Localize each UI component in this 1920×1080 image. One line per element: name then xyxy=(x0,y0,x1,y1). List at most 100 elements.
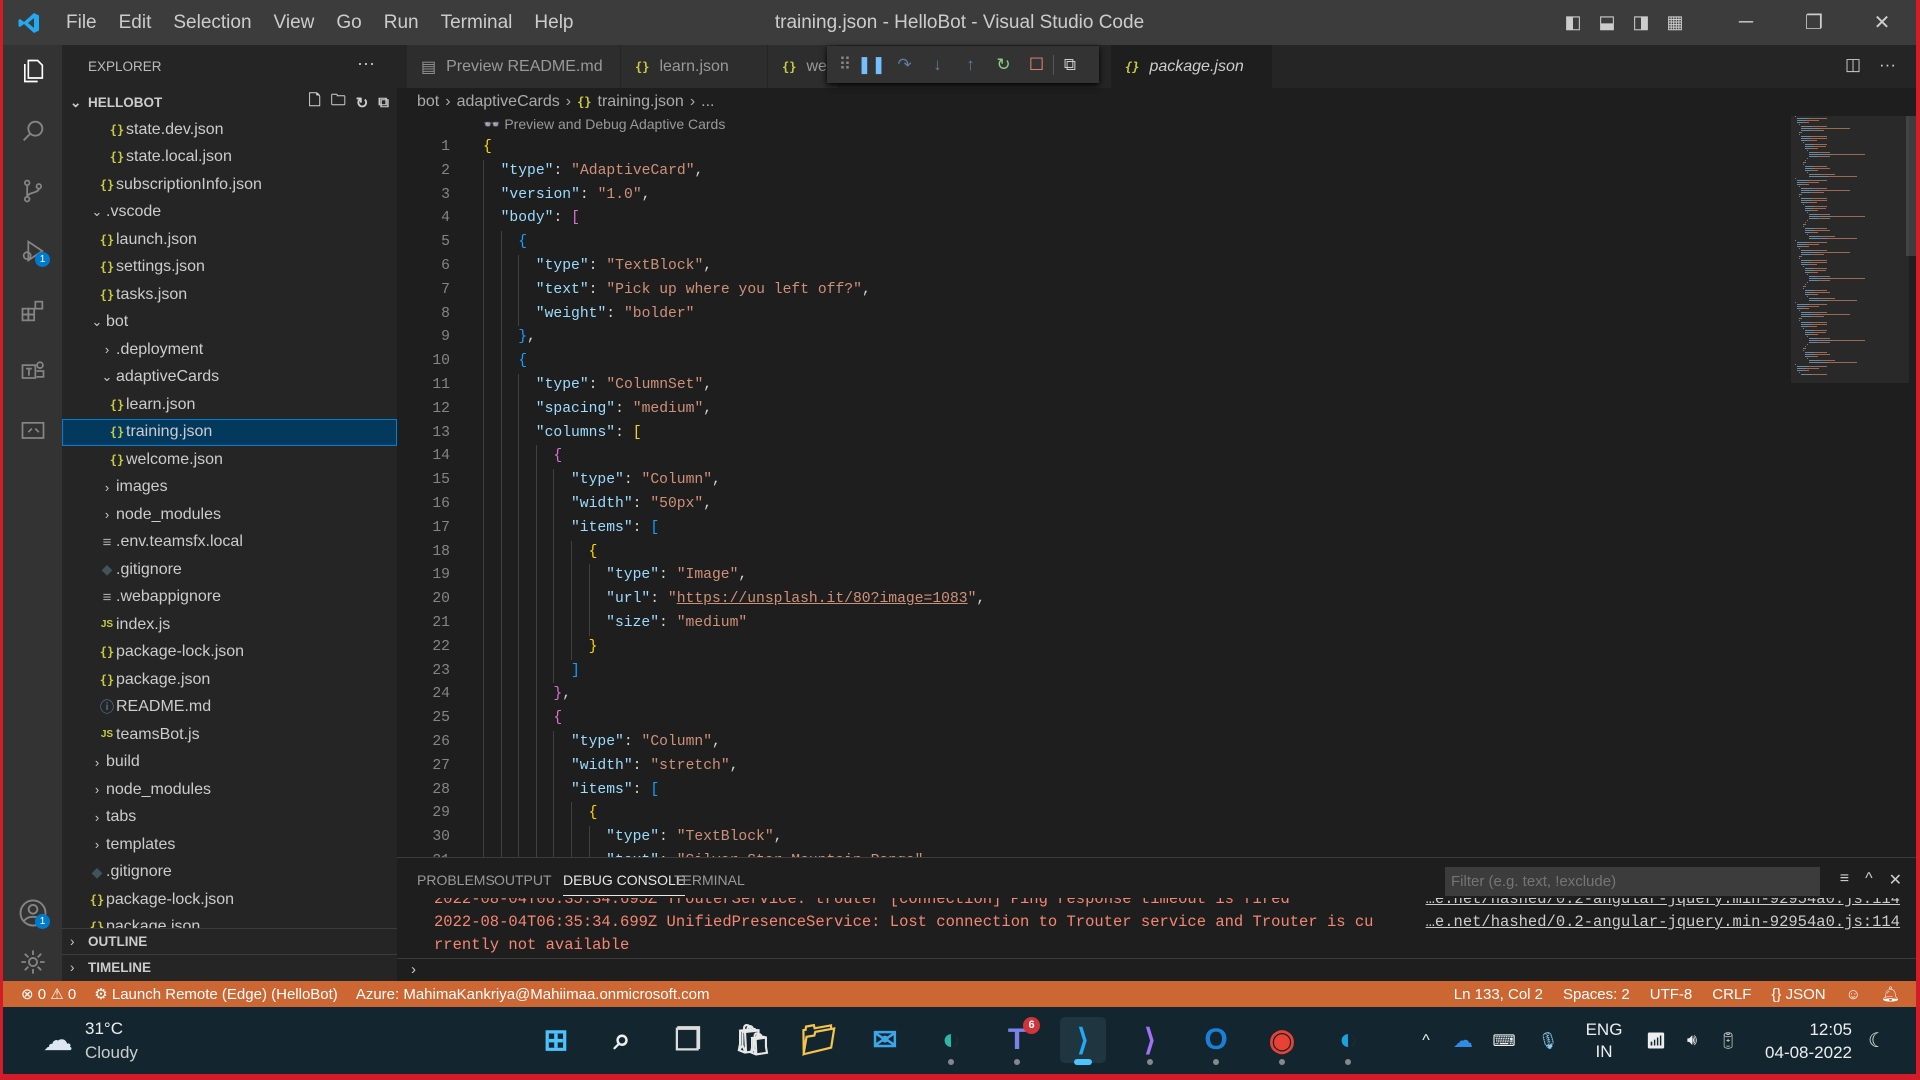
new-file-icon[interactable]: 🗋 xyxy=(309,90,321,115)
remote-explorer-icon[interactable] xyxy=(3,405,62,457)
console-source-link[interactable]: …e.net/hashed/0.2-angular-jquery.min-929… xyxy=(1417,898,1900,911)
tab-learn-json[interactable]: {} learn.json xyxy=(621,45,768,88)
focus-assist-moon-icon[interactable]: ☾ xyxy=(1852,1028,1902,1053)
file-launch-json[interactable]: {} launch.json xyxy=(62,226,397,254)
indentation[interactable]: Spaces: 2 xyxy=(1563,986,1630,1003)
breadcrumb-item[interactable]: adaptiveCards xyxy=(457,93,560,111)
toggle-panel-icon[interactable]: ⬓ xyxy=(1590,12,1624,33)
restore-button[interactable]: ❐ xyxy=(1780,10,1848,35)
taskbar-edge-profile-icon[interactable]: ◐ xyxy=(928,1017,974,1065)
pause-icon[interactable]: ❚❚ xyxy=(855,55,888,75)
menu-selection[interactable]: Selection xyxy=(162,0,262,45)
code-editor[interactable]: 1{2 "type": "AdaptiveCard", 3 "version": "1… xyxy=(397,136,1787,857)
taskbar-vscode-icon[interactable]: ⟩ xyxy=(1060,1017,1106,1065)
file-package-lock-json[interactable]: {} package-lock.json xyxy=(62,886,397,914)
file-learn-json[interactable]: {} learn.json xyxy=(62,391,397,419)
restart-icon[interactable]: ↻ xyxy=(987,55,1020,75)
close-button[interactable]: ✕ xyxy=(1848,10,1916,35)
file-subscriptionInfo-json[interactable]: {} subscriptionInfo.json xyxy=(62,171,397,199)
manage-gear-icon[interactable] xyxy=(3,942,62,982)
file-README-md[interactable]: ⓘ README.md xyxy=(62,694,397,722)
file-state-dev-json[interactable]: {} state.dev.json xyxy=(62,116,397,144)
toggle-sidebar-icon[interactable]: ◧ xyxy=(1556,12,1590,33)
timeline-section[interactable]: › TIMELINE xyxy=(62,954,397,980)
clock[interactable]: 12:05 04-08-2022 xyxy=(1752,1018,1852,1064)
notifications-bell-icon[interactable]: 🔔︎ xyxy=(1881,985,1900,1003)
teams-toolkit-icon[interactable] xyxy=(3,345,62,397)
show-hidden-icons[interactable]: ^ xyxy=(1408,1032,1444,1050)
explorer-icon[interactable] xyxy=(3,45,62,97)
taskbar-start-icon[interactable]: ⊞ xyxy=(533,1017,579,1063)
touch-keyboard-icon[interactable]: ⌨ xyxy=(1482,1031,1526,1051)
minimap[interactable] xyxy=(1791,116,1909,383)
codelens-preview-debug[interactable]: 👓 Preview and Debug Adaptive Cards xyxy=(483,116,725,133)
weather-widget[interactable]: ☁ 31°C Cloudy xyxy=(43,1007,138,1074)
taskbar-task-view-icon[interactable]: ❐ xyxy=(665,1017,711,1063)
menu-run[interactable]: Run xyxy=(373,0,430,45)
taskbar-store-icon[interactable]: 🛍︎ xyxy=(730,1017,776,1063)
clear-console-icon[interactable]: ≡ xyxy=(1840,870,1849,890)
outline-section[interactable]: › OUTLINE xyxy=(62,928,397,954)
problems-status[interactable]: ⊗ 0 ⚠ 0 xyxy=(21,985,76,1003)
taskbar-search-icon[interactable]: ⌕ xyxy=(599,1017,645,1063)
step-over-icon[interactable]: ↷ xyxy=(888,55,921,75)
panel-tab-debug-console[interactable]: DEBUG CONSOLE xyxy=(563,866,686,896)
taskbar-file-explorer-icon[interactable]: 📁︎ xyxy=(796,1017,842,1063)
stop-icon[interactable]: ☐ xyxy=(1020,55,1053,75)
language-mode[interactable]: {} JSON xyxy=(1771,986,1825,1003)
source-control-icon[interactable] xyxy=(3,165,62,217)
taskbar-mail-icon[interactable]: ✉ xyxy=(862,1017,908,1063)
file-package-lock-json[interactable]: {} package-lock.json xyxy=(62,639,397,667)
minimize-button[interactable]: ─ xyxy=(1712,11,1780,34)
new-folder-icon[interactable]: 🗀 xyxy=(331,90,346,115)
battery-icon[interactable]: 🔋︎ xyxy=(1710,1031,1746,1051)
cursor-position[interactable]: Ln 133, Col 2 xyxy=(1454,986,1543,1003)
breadcrumb-item[interactable]: bot xyxy=(417,93,439,111)
folder-vscode[interactable]: ⌄ .vscode xyxy=(62,199,397,227)
folder-bot[interactable]: ⌄ bot xyxy=(62,309,397,337)
step-out-icon[interactable]: ↑ xyxy=(954,55,987,75)
run-debug-icon[interactable]: 1 xyxy=(3,225,62,277)
more-actions-icon[interactable]: ··· xyxy=(357,53,375,74)
console-filter-input[interactable] xyxy=(1445,867,1820,896)
menu-edit[interactable]: Edit xyxy=(108,0,163,45)
folder-node_modules[interactable]: › node_modules xyxy=(62,776,397,804)
file-teamsBot-js[interactable]: JS teamsBot.js xyxy=(62,721,397,749)
launch-config-status[interactable]: ⚙ Launch Remote (Edge) (HelloBot) xyxy=(94,985,338,1003)
accounts-icon[interactable]: 1 xyxy=(3,887,62,939)
inspect-devtools-icon[interactable]: ⧉ xyxy=(1053,54,1086,75)
taskbar-teams-icon[interactable]: T6 xyxy=(994,1017,1040,1065)
menu-go[interactable]: Go xyxy=(325,0,372,45)
microphone-icon[interactable]: 🎙︎ xyxy=(1526,1031,1570,1051)
taskbar-visual-studio-icon[interactable]: ⟩ xyxy=(1127,1017,1173,1065)
panel-tab-terminal[interactable]: TERMINAL xyxy=(674,866,745,896)
console-input[interactable]: › xyxy=(397,958,1916,982)
folder-node_modules[interactable]: › node_modules xyxy=(62,501,397,529)
language-indicator[interactable]: ENG IN xyxy=(1570,1019,1638,1063)
menu-terminal[interactable]: Terminal xyxy=(430,0,524,45)
file-settings-json[interactable]: {} settings.json xyxy=(62,254,397,282)
file-state-local-json[interactable]: {} state.local.json xyxy=(62,144,397,172)
azure-account-status[interactable]: Azure: MahimaKankriya@Mahiimaa.onmicroso… xyxy=(356,986,710,1003)
panel-tab-output[interactable]: OUTPUT xyxy=(494,866,552,896)
menu-view[interactable]: View xyxy=(263,0,326,45)
volume-icon[interactable]: 🔊︎ xyxy=(1674,1032,1710,1050)
file-training-json[interactable]: {} training.json xyxy=(62,418,397,446)
file-index-js[interactable]: JS index.js xyxy=(62,611,397,639)
panel-tab-problems[interactable]: PROBLEMS xyxy=(417,866,495,896)
drag-handle-icon[interactable]: ⠿ xyxy=(835,55,855,75)
line-ending[interactable]: CRLF xyxy=(1712,986,1751,1003)
tab-Preview-README-md[interactable]: ▤ Preview README.md xyxy=(407,45,621,88)
console-source-link[interactable]: …e.net/hashed/0.2-angular-jquery.min-929… xyxy=(1417,911,1900,934)
breadcrumb-item[interactable]: training.json xyxy=(598,93,684,111)
extensions-icon[interactable] xyxy=(3,285,62,337)
file--env-teamsfx-local[interactable]: ≡ .env.teamsfx.local xyxy=(62,529,397,557)
maximize-panel-icon[interactable]: ^ xyxy=(1865,870,1873,890)
breadcrumb-item[interactable]: ... xyxy=(701,93,714,111)
onedrive-icon[interactable]: ☁ xyxy=(1444,1028,1482,1053)
customize-layout-icon[interactable]: ▦ xyxy=(1658,12,1692,33)
tab-package-json[interactable]: {} package.json xyxy=(1111,45,1273,88)
taskbar-outlook-icon[interactable]: O xyxy=(1193,1017,1239,1065)
folder-adaptiveCards[interactable]: ⌄ adaptiveCards xyxy=(62,364,397,392)
file-tasks-json[interactable]: {} tasks.json xyxy=(62,281,397,309)
